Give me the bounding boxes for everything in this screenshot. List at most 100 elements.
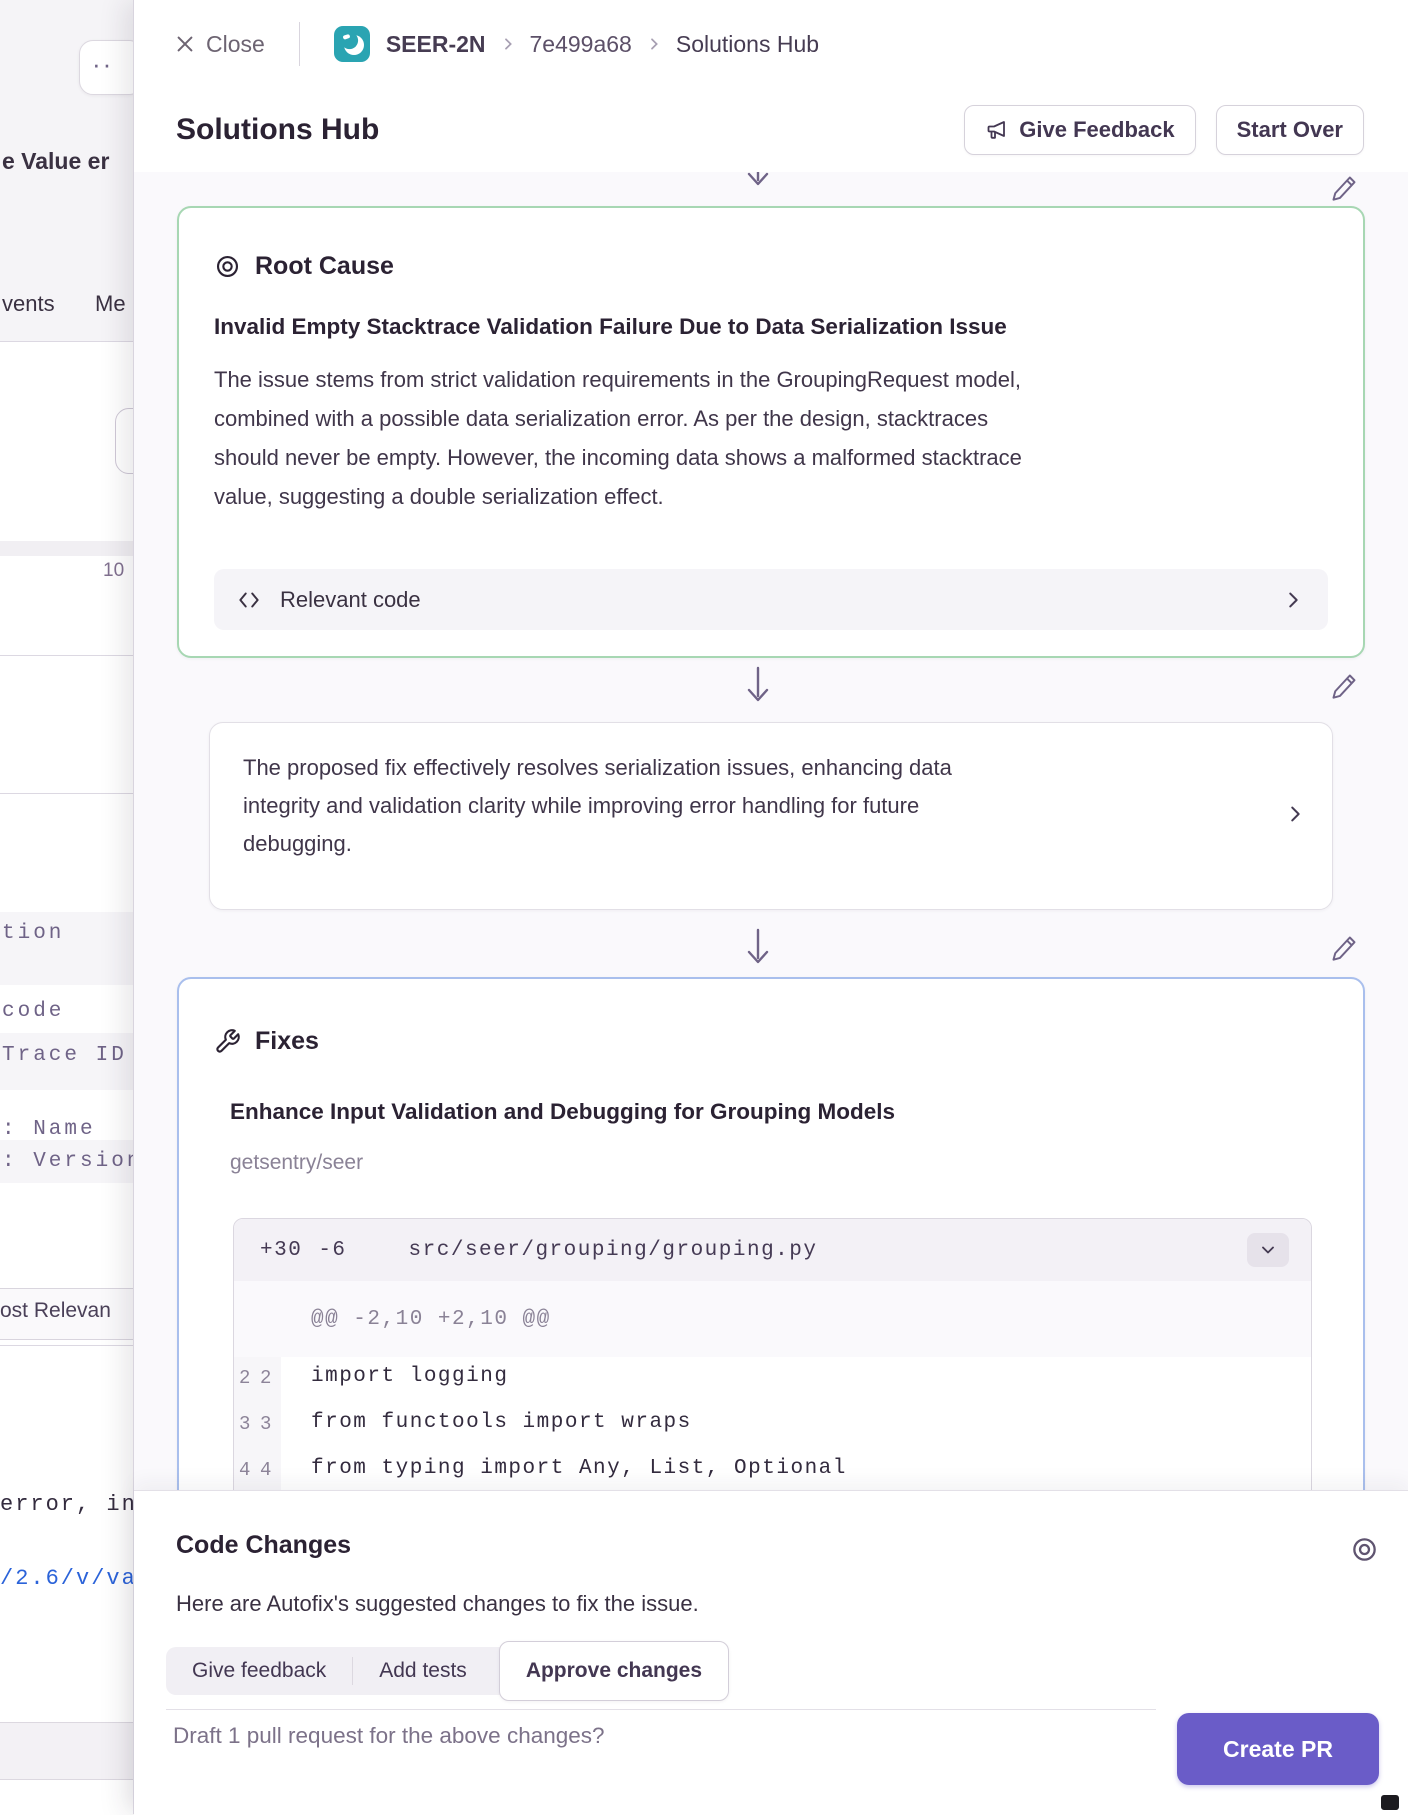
- divider: [166, 1709, 1156, 1710]
- fix-summary-line: The proposed fix effectively resolves se…: [243, 749, 952, 787]
- line-number-new: 4: [260, 1459, 271, 1481]
- relevant-code-label: Relevant code: [280, 587, 421, 613]
- fix-summary-card[interactable]: The proposed fix effectively resolves se…: [209, 722, 1333, 910]
- repo-name: getsentry/seer: [230, 1151, 363, 1175]
- diff-code-text: from typing import Any, List, Optional: [311, 1457, 847, 1480]
- target-icon: [1350, 1535, 1379, 1564]
- start-over-label: Start Over: [1237, 117, 1343, 143]
- background-label-trace-id: Trace ID: [2, 1044, 127, 1067]
- background-doc-link-fragment[interactable]: /2.6/v/va: [0, 1566, 133, 1591]
- diff-file-path: src/seer/grouping/grouping.py: [409, 1239, 818, 1262]
- line-number-old: 3: [239, 1413, 250, 1435]
- background-stacktrace-fragment: error, in: [0, 1492, 133, 1517]
- background-label-version: : Version: [2, 1150, 133, 1173]
- root-cause-card: Root Cause Invalid Empty Stacktrace Vali…: [177, 206, 1365, 658]
- background-label-name: : Name: [2, 1118, 96, 1141]
- diff-code-row: 3 3 from functools import wraps: [234, 1403, 1311, 1449]
- line-number-old: 4: [239, 1459, 250, 1481]
- relevant-code-expander[interactable]: Relevant code: [214, 569, 1328, 630]
- autofix-steps-area: Root Cause Invalid Empty Stacktrace Vali…: [134, 172, 1408, 1490]
- chevron-right-icon: [646, 36, 662, 52]
- root-cause-body-line: value, suggesting a double serialization…: [214, 477, 664, 516]
- draft-pr-question: Draft 1 pull request for the above chang…: [173, 1723, 605, 1749]
- diff-file-header[interactable]: +30 -6 src/seer/grouping/grouping.py: [234, 1219, 1311, 1282]
- divider: [0, 793, 133, 794]
- target-icon: [214, 253, 241, 280]
- step-arrow-icon: [744, 172, 772, 190]
- give-feedback-button[interactable]: Give Feedback: [964, 105, 1195, 155]
- line-number-old: 2: [239, 1367, 250, 1389]
- chevron-right-icon: [500, 36, 516, 52]
- give-feedback-label: Give Feedback: [1019, 117, 1174, 143]
- diff-hunk-label: @@ -2,10 +2,10 @@: [311, 1308, 551, 1331]
- edit-step-button[interactable]: [1330, 672, 1358, 700]
- wrench-icon: [214, 1028, 241, 1055]
- edit-step-button[interactable]: [1330, 934, 1358, 962]
- divider: [299, 22, 300, 66]
- diff-code-text: import logging: [311, 1365, 508, 1388]
- code-brackets-icon: [236, 587, 262, 613]
- line-number-new: 3: [260, 1413, 271, 1435]
- give-feedback-action[interactable]: Give feedback: [166, 1647, 352, 1695]
- root-cause-heading-label: Root Cause: [255, 252, 394, 281]
- background-page: ·· e Value er vents Me 10 tion code Trac…: [0, 0, 133, 1814]
- breadcrumb-page: Solutions Hub: [676, 31, 819, 58]
- background-heading-fragment: e Value er: [2, 148, 109, 175]
- add-tests-action[interactable]: Add tests: [353, 1647, 493, 1695]
- fixes-heading-label: Fixes: [255, 1027, 319, 1056]
- diff-gutter: 2 2: [234, 1357, 281, 1403]
- diff-block: +30 -6 src/seer/grouping/grouping.py @@ …: [233, 1218, 1312, 1490]
- divider: [0, 341, 133, 342]
- diff-code-text: from functools import wraps: [311, 1411, 692, 1434]
- header-actions: Give Feedback Start Over: [964, 105, 1364, 155]
- breadcrumb: SEER-2N 7e499a68 Solutions Hub: [386, 31, 819, 58]
- ellipsis-icon: ··: [92, 49, 113, 80]
- background-input-fragment[interactable]: [115, 408, 133, 474]
- create-pr-button[interactable]: Create PR: [1177, 1713, 1379, 1785]
- start-over-button[interactable]: Start Over: [1216, 105, 1364, 155]
- fix-summary-line: debugging.: [243, 825, 352, 863]
- close-button[interactable]: Close: [174, 31, 265, 58]
- approve-changes-action[interactable]: Approve changes: [499, 1641, 729, 1701]
- megaphone-icon: [985, 118, 1009, 142]
- chevron-right-icon: [1284, 803, 1306, 825]
- code-changes-actions: Give feedback Add tests Approve changes: [166, 1647, 727, 1695]
- root-cause-heading: Root Cause: [214, 252, 394, 281]
- diff-gutter: 3 3: [234, 1403, 281, 1449]
- divider: [0, 655, 133, 656]
- breadcrumb-project[interactable]: SEER-2N: [386, 31, 486, 58]
- line-number-new: 2: [260, 1367, 271, 1389]
- fix-title: Enhance Input Validation and Debugging f…: [230, 1099, 895, 1125]
- background-menu-button[interactable]: ··: [79, 40, 133, 95]
- background-tab-me[interactable]: Me: [95, 291, 126, 317]
- diff-code-row: 2 2 import logging: [234, 1357, 1311, 1403]
- background-band: [0, 1722, 133, 1780]
- code-changes-subtitle: Here are Autofix's suggested changes to …: [176, 1591, 699, 1617]
- collapse-diff-button[interactable]: [1247, 1233, 1289, 1267]
- background-band: [0, 541, 133, 556]
- background-label-code: code: [2, 1000, 64, 1023]
- diff-code-row: 4 4 from typing import Any, List, Option…: [234, 1449, 1311, 1490]
- background-most-relevant-label: ost Relevan: [0, 1299, 111, 1323]
- chevron-right-icon: [1282, 589, 1304, 611]
- code-changes-heading: Code Changes: [176, 1531, 351, 1560]
- fixes-card: Fixes Enhance Input Validation and Debug…: [177, 977, 1365, 1490]
- drawer-header: Solutions Hub Give Feedback Start Over: [134, 88, 1408, 173]
- diff-deletions: -6: [318, 1239, 346, 1262]
- step-arrow-icon: [744, 666, 772, 706]
- breadcrumb-issue-id[interactable]: 7e499a68: [530, 31, 632, 58]
- seer-logo-icon: [334, 26, 370, 62]
- root-cause-body-line: combined with a possible data serializat…: [214, 399, 988, 438]
- window-corner-handle: [1381, 1795, 1399, 1810]
- divider: [0, 1345, 133, 1346]
- diff-hunk-row: @@ -2,10 +2,10 @@: [234, 1281, 1311, 1357]
- diff-additions: +30: [260, 1239, 302, 1262]
- root-cause-title: Invalid Empty Stacktrace Validation Fail…: [214, 314, 1007, 340]
- edit-step-button[interactable]: [1330, 174, 1358, 202]
- drawer-topbar: Close SEER-2N 7e499a68 Solutions Hub: [134, 0, 1408, 89]
- background-label-exception: tion: [2, 922, 64, 945]
- code-changes-panel: Code Changes Here are Autofix's suggeste…: [134, 1490, 1408, 1815]
- create-pr-label: Create PR: [1223, 1736, 1333, 1763]
- close-label: Close: [206, 31, 265, 58]
- background-tab-events[interactable]: vents: [2, 291, 55, 317]
